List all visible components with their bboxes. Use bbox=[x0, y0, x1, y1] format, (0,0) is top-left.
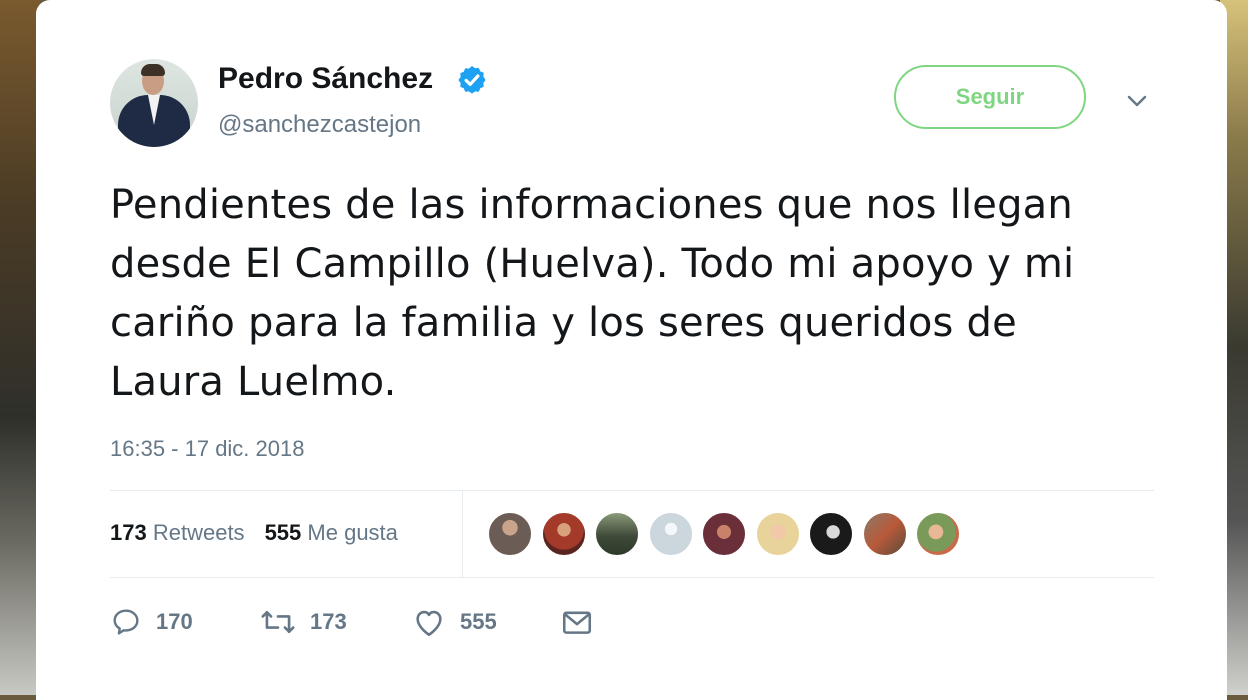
liker-avatar[interactable] bbox=[755, 512, 800, 556]
tweet-timestamp[interactable]: 16:35 - 17 dic. 2018 bbox=[110, 436, 304, 462]
follow-button[interactable]: Seguir bbox=[894, 65, 1086, 129]
retweets-stat-label: Retweets bbox=[152, 520, 245, 545]
retweets-stat-count: 173 bbox=[110, 520, 147, 545]
chevron-down-icon[interactable] bbox=[1126, 92, 1148, 110]
stats-divider-top bbox=[110, 490, 1154, 491]
liker-avatar[interactable] bbox=[702, 512, 746, 556]
heart-icon bbox=[416, 610, 442, 637]
avatar-hair bbox=[141, 64, 165, 76]
liker-avatar[interactable] bbox=[916, 512, 960, 556]
stats-divider-vertical bbox=[462, 491, 463, 577]
liker-avatar[interactable] bbox=[862, 512, 907, 556]
author-handle[interactable]: @sanchezcastejon bbox=[218, 111, 421, 139]
tweet-stats: 173 Retweets 555 Me gusta bbox=[110, 520, 398, 546]
retweet-icon bbox=[261, 610, 295, 634]
likers-avatars bbox=[488, 512, 970, 558]
retweets-stat[interactable]: 173 Retweets bbox=[110, 520, 245, 545]
like-count: 555 bbox=[460, 609, 497, 634]
like-action[interactable]: 555 bbox=[412, 604, 497, 640]
liker-avatar[interactable] bbox=[541, 512, 586, 556]
reply-count: 170 bbox=[156, 609, 193, 634]
likes-stat-label: Me gusta bbox=[307, 520, 398, 545]
liker-avatar[interactable] bbox=[648, 512, 693, 556]
background-left bbox=[0, 0, 40, 695]
likes-stat[interactable]: 555 Me gusta bbox=[265, 520, 398, 545]
author-name[interactable]: Pedro Sánchez bbox=[218, 62, 433, 96]
tweet-text: Pendientes de las informaciones que nos … bbox=[110, 182, 1075, 405]
retweet-count: 173 bbox=[310, 609, 347, 634]
liker-avatar[interactable] bbox=[595, 512, 639, 556]
verified-badge-icon bbox=[458, 66, 486, 94]
liker-avatar[interactable] bbox=[809, 512, 853, 556]
stats-divider-bottom bbox=[110, 577, 1154, 578]
reply-icon bbox=[113, 609, 139, 635]
likes-stat-count: 555 bbox=[264, 520, 302, 545]
direct-message-action[interactable] bbox=[560, 604, 594, 640]
envelope-icon bbox=[562, 611, 592, 634]
author-avatar[interactable] bbox=[110, 59, 198, 147]
retweet-action[interactable]: 173 bbox=[260, 604, 347, 640]
liker-avatar[interactable] bbox=[488, 512, 532, 556]
reply-action[interactable]: 170 bbox=[110, 604, 193, 640]
tweet-card: Pedro Sánchez @sanchezcastejon Seguir Pe… bbox=[36, 0, 1227, 700]
